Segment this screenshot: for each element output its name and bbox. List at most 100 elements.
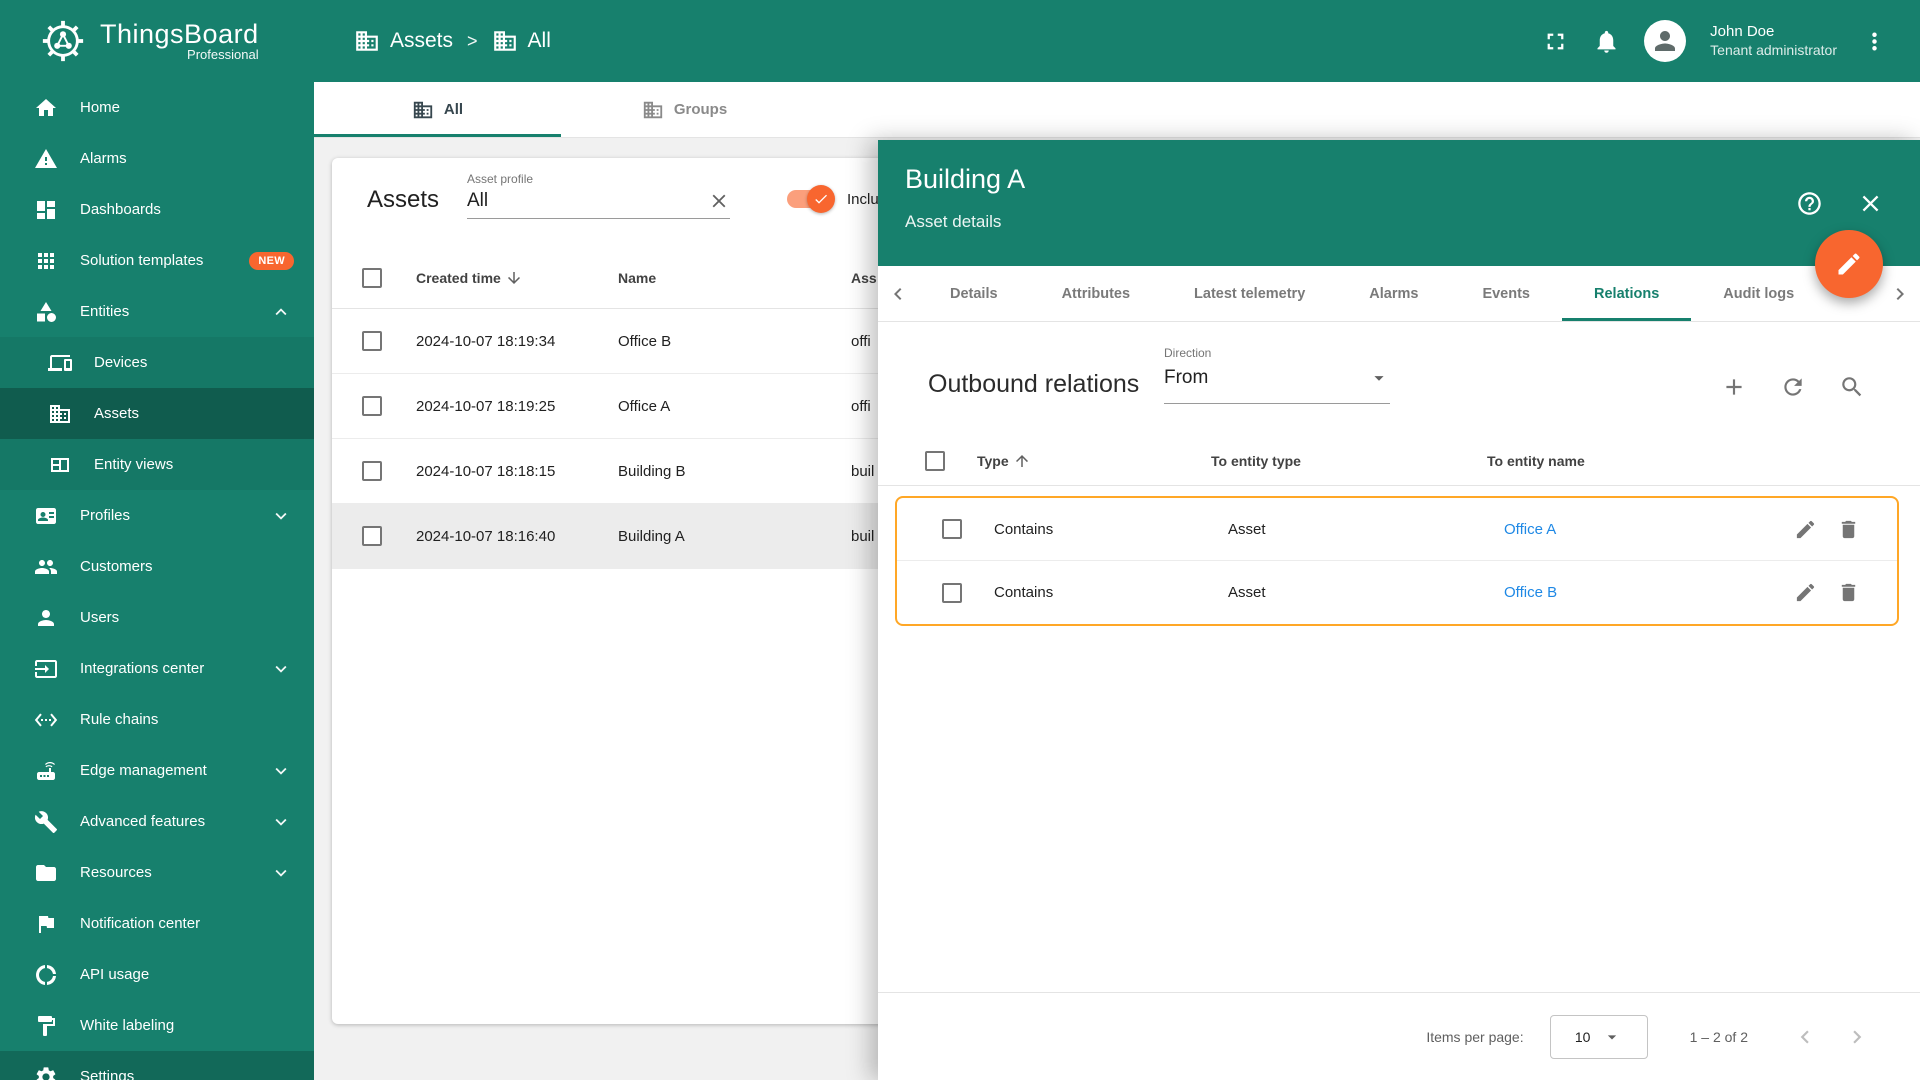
sidebar-item-advanced-features[interactable]: Advanced features [0,796,314,847]
sidebar-item-users[interactable]: Users [0,592,314,643]
more-menu-icon[interactable] [1861,28,1888,55]
brand-edition: Professional [187,47,259,62]
integrations-icon [34,657,58,681]
chevron-down-icon [270,658,292,680]
tab-relations[interactable]: Relations [1562,266,1691,321]
tab-all[interactable]: All [314,82,561,137]
sidebar-item-entity-views[interactable]: Entity views [0,439,314,490]
tab-label: All [443,101,464,118]
sidebar-item-integrations-center[interactable]: Integrations center [0,643,314,694]
chevron-down-icon [270,862,292,884]
tab-latest-telemetry[interactable]: Latest telemetry [1162,266,1337,321]
sort-desc-icon [505,269,523,287]
sidebar-item-white-labeling[interactable]: White labeling [0,1000,314,1051]
edit-fab-button[interactable] [1815,230,1883,298]
advanced-features-icon [34,810,58,834]
tab-groups[interactable]: Groups [561,82,808,137]
users-icon [34,606,58,630]
tab-alarms[interactable]: Alarms [1337,266,1450,321]
tabs-scroll-left[interactable] [878,266,918,321]
pagination-range: 1 – 2 of 2 [1689,1028,1748,1045]
sidebar-item-edge-management[interactable]: Edge management [0,745,314,796]
previous-page-icon[interactable] [1792,1024,1818,1050]
notifications-bell-icon[interactable] [1593,28,1620,55]
tab-audit-logs[interactable]: Audit logs [1691,266,1826,321]
row-checkbox[interactable] [362,331,382,351]
entity-link[interactable]: Office B [1504,584,1710,601]
asset-profile-filter[interactable]: Asset profile All [467,172,730,219]
tab-events[interactable]: Events [1450,266,1562,321]
sidebar-item-rule-chains[interactable]: Rule chains [0,694,314,745]
row-checkbox[interactable] [362,526,382,546]
sidebar-item-assets[interactable]: Assets [0,388,314,439]
sidebar-item-home[interactable]: Home [0,82,314,133]
entity-link[interactable]: Office A [1504,521,1710,538]
sidebar-item-entities[interactable]: Entities [0,286,314,337]
tabs-scroll-right[interactable] [1880,266,1920,321]
include-toggle[interactable] [787,185,835,213]
column-to-entity-type[interactable]: To entity type [1211,453,1487,469]
column-type[interactable]: Type [977,452,1211,470]
row-checkbox[interactable] [942,582,962,603]
relation-row[interactable]: Contains Asset Office A [897,498,1897,561]
select-all-checkbox[interactable] [925,450,945,471]
tab-attributes[interactable]: Attributes [1030,266,1162,321]
row-checkbox[interactable] [942,519,962,539]
sidebar-item-resources[interactable]: Resources [0,847,314,898]
cell-name: Building A [618,527,685,545]
cell-name: Office B [618,332,672,350]
sidebar-item-label: Settings [80,1068,135,1080]
sidebar-item-label: Users [80,609,120,626]
add-relation-icon[interactable] [1721,374,1747,400]
cell-created: 2024-10-07 18:19:25 [416,397,556,415]
search-icon[interactable] [1839,374,1865,400]
highlighted-relations-box: Contains Asset Office A Contains Asset O… [895,496,1899,626]
column-name[interactable]: Name [618,270,851,286]
avatar[interactable] [1644,20,1687,62]
sidebar-item-settings[interactable]: Settings [0,1051,314,1080]
clear-filter-icon[interactable] [708,190,730,212]
sidebar-item-label: Customers [80,558,153,575]
refresh-icon[interactable] [1780,374,1806,400]
dashboards-icon [34,198,58,222]
cell-created: 2024-10-07 18:18:15 [416,462,556,480]
sidebar-item-solution-templates[interactable]: Solution templates NEW [0,235,314,286]
breadcrumb-all[interactable]: All [528,29,551,53]
tab-details[interactable]: Details [918,266,1030,321]
groups-tab-icon [642,99,664,121]
edit-relation-icon[interactable] [1794,581,1817,604]
pencil-icon [1835,250,1863,278]
row-checkbox[interactable] [362,396,382,416]
select-all-checkbox[interactable] [362,268,382,288]
breadcrumb: Assets > All [354,28,551,54]
close-icon[interactable] [1857,190,1884,217]
customers-icon [34,555,58,579]
user-role: Tenant administrator [1710,41,1837,58]
sidebar-item-profiles[interactable]: Profiles [0,490,314,541]
sidebar-item-alarms[interactable]: Alarms [0,133,314,184]
delete-relation-icon[interactable] [1837,581,1860,604]
page-size-select[interactable]: 10 [1549,1014,1648,1059]
direction-select[interactable]: Direction From [1164,346,1390,404]
sidebar-item-api-usage[interactable]: API usage [0,949,314,1000]
next-page-icon[interactable] [1844,1024,1870,1050]
edit-relation-icon[interactable] [1794,518,1817,541]
help-icon[interactable] [1796,190,1823,217]
sidebar-item-label: Dashboards [80,201,161,218]
sidebar-item-devices[interactable]: Devices [0,337,314,388]
column-created-time[interactable]: Created time [416,269,618,287]
tab-label: Groups [673,101,728,118]
delete-relation-icon[interactable] [1837,518,1860,541]
row-checkbox[interactable] [362,461,382,481]
sidebar-item-customers[interactable]: Customers [0,541,314,592]
brand[interactable]: ThingsBoard Professional [0,0,314,82]
chevron-down-icon [270,760,292,782]
fullscreen-icon[interactable] [1542,28,1569,55]
breadcrumb-assets[interactable]: Assets [390,29,453,53]
top-header: Assets > All John Doe Tenant administrat… [314,0,1920,82]
column-to-entity-name[interactable]: To entity name [1487,453,1733,469]
sidebar-item-notification-center[interactable]: Notification center [0,898,314,949]
relation-row[interactable]: Contains Asset Office B [897,561,1897,624]
home-icon [34,96,58,120]
sidebar-item-dashboards[interactable]: Dashboards [0,184,314,235]
